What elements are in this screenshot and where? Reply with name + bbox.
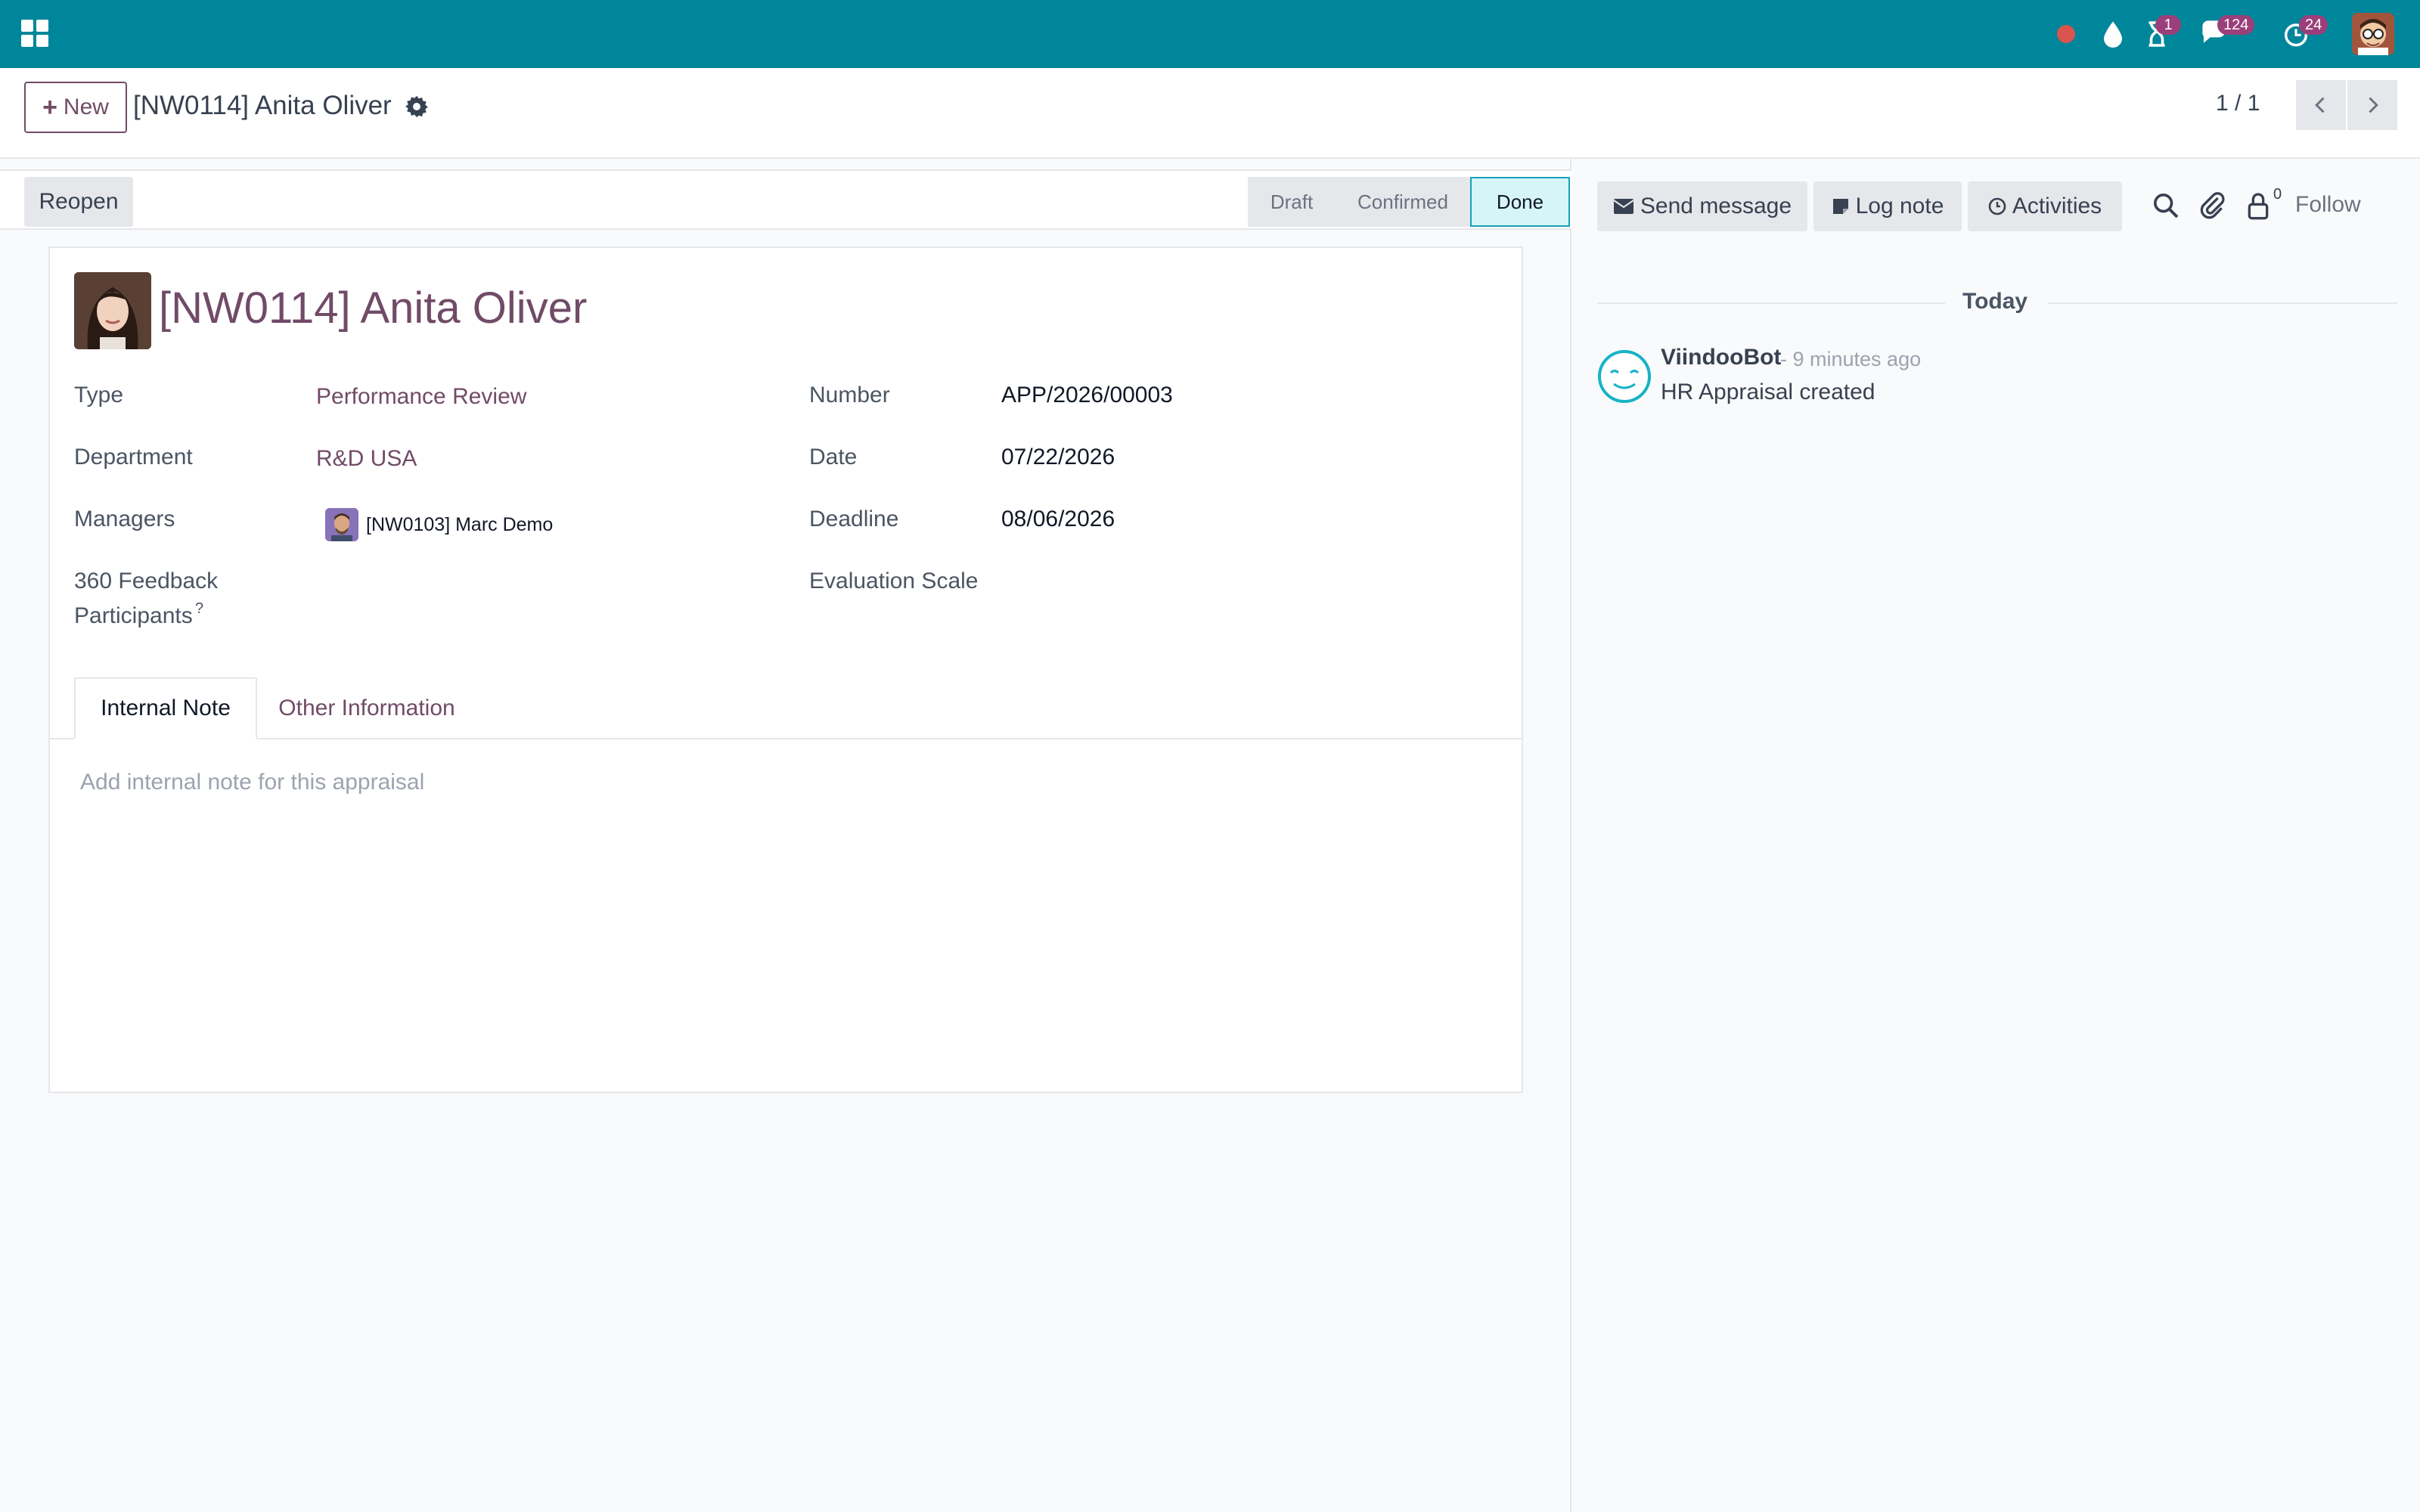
evaluation-scale-label: Evaluation Scale bbox=[809, 569, 979, 593]
new-button-label: New bbox=[63, 94, 109, 119]
tab-internal-note[interactable]: Internal Note bbox=[74, 677, 257, 739]
follow-button[interactable]: Follow bbox=[2295, 192, 2361, 218]
type-field[interactable]: Performance Review bbox=[316, 384, 526, 410]
divider bbox=[1597, 302, 1945, 304]
lock-icon[interactable] bbox=[2243, 191, 2273, 221]
record-title[interactable]: [NW0114] Anita Oliver bbox=[159, 283, 587, 333]
manager-avatar bbox=[325, 508, 358, 541]
stage-confirmed[interactable]: Confirmed bbox=[1336, 177, 1470, 227]
message-timestamp: - 9 minutes ago bbox=[1780, 348, 1922, 370]
record-dot-icon[interactable] bbox=[2057, 25, 2075, 43]
deadline-label: Deadline bbox=[809, 507, 899, 531]
activities-badge: 1 bbox=[2155, 15, 2181, 35]
send-message-label: Send message bbox=[1640, 194, 1792, 218]
status-bar: Reopen Draft Confirmed Done bbox=[0, 169, 1571, 230]
date-field[interactable]: 07/22/2026 bbox=[1001, 445, 1115, 470]
send-message-button[interactable]: Send message bbox=[1597, 181, 1807, 231]
message-author[interactable]: ViindooBot bbox=[1661, 345, 1781, 370]
activities-label: Activities bbox=[2012, 194, 2102, 218]
chevron-right-icon bbox=[2369, 97, 2378, 113]
department-label: Department bbox=[74, 445, 193, 469]
envelope-icon bbox=[1613, 199, 1634, 214]
deadline-field[interactable]: 08/06/2026 bbox=[1001, 507, 1115, 532]
apps-grid-icon[interactable] bbox=[21, 20, 48, 47]
form-sheet: [NW0114] Anita Oliver Type Performance R… bbox=[48, 246, 1523, 1093]
stage-done[interactable]: Done bbox=[1470, 177, 1570, 227]
messages-badge: 124 bbox=[2217, 15, 2255, 35]
chevron-left-icon bbox=[2315, 97, 2325, 113]
tab-other-information[interactable]: Other Information bbox=[257, 677, 476, 739]
clock-icon bbox=[1988, 197, 2006, 215]
control-panel: + New [NW0114] Anita Oliver 1 / 1 bbox=[0, 68, 2420, 159]
manager-tag[interactable]: [NW0103] Marc Demo bbox=[366, 514, 553, 536]
date-separator: Today bbox=[1962, 289, 2028, 314]
gear-icon[interactable] bbox=[404, 94, 430, 119]
bot-avatar bbox=[1598, 350, 1651, 403]
plus-icon: + bbox=[42, 92, 57, 122]
message-body: HR Appraisal created bbox=[1661, 380, 1876, 404]
feedback-label-line2: Participants bbox=[74, 603, 193, 628]
clock-badge: 24 bbox=[2299, 15, 2328, 35]
water-drop-icon[interactable] bbox=[2099, 17, 2127, 51]
stage-draft[interactable]: Draft bbox=[1248, 177, 1336, 227]
activities-button[interactable]: Activities bbox=[1968, 181, 2122, 231]
followers-count: 0 bbox=[2273, 186, 2282, 203]
paperclip-icon[interactable] bbox=[2198, 191, 2228, 221]
number-field: APP/2026/00003 bbox=[1001, 383, 1173, 407]
new-button[interactable]: + New bbox=[24, 82, 127, 133]
search-icon[interactable] bbox=[2151, 191, 2181, 221]
notebook-tabs: Internal Note Other Information bbox=[50, 677, 1522, 739]
managers-label: Managers bbox=[74, 507, 175, 531]
sticky-note-icon bbox=[1832, 199, 1848, 214]
type-label: Type bbox=[74, 383, 124, 407]
department-field[interactable]: R&D USA bbox=[316, 446, 417, 472]
reopen-button[interactable]: Reopen bbox=[24, 177, 133, 227]
pager-next-button[interactable] bbox=[2347, 80, 2397, 130]
chatter-panel: Send message Log note Activities 0 Follo… bbox=[1573, 159, 2420, 1512]
internal-note-editor[interactable]: Add internal note for this appraisal bbox=[80, 770, 424, 795]
help-tooltip-icon[interactable]: ? bbox=[195, 600, 203, 618]
date-label: Date bbox=[809, 445, 858, 469]
user-avatar[interactable] bbox=[2352, 13, 2394, 55]
breadcrumb: [NW0114] Anita Oliver bbox=[133, 91, 392, 120]
log-note-label: Log note bbox=[1855, 194, 1944, 218]
pager-previous-button[interactable] bbox=[2296, 80, 2346, 130]
pager-value[interactable]: 1 / 1 bbox=[2216, 91, 2260, 116]
feedback-label-line1: 360 Feedback bbox=[74, 569, 219, 593]
form-view: Reopen Draft Confirmed Done [NW0114] Ani… bbox=[0, 159, 1571, 1512]
employee-photo[interactable] bbox=[74, 272, 151, 349]
log-note-button[interactable]: Log note bbox=[1813, 181, 1962, 231]
top-navbar: 1 124 24 bbox=[0, 0, 2420, 68]
number-label: Number bbox=[809, 383, 890, 407]
divider bbox=[2048, 302, 2397, 304]
